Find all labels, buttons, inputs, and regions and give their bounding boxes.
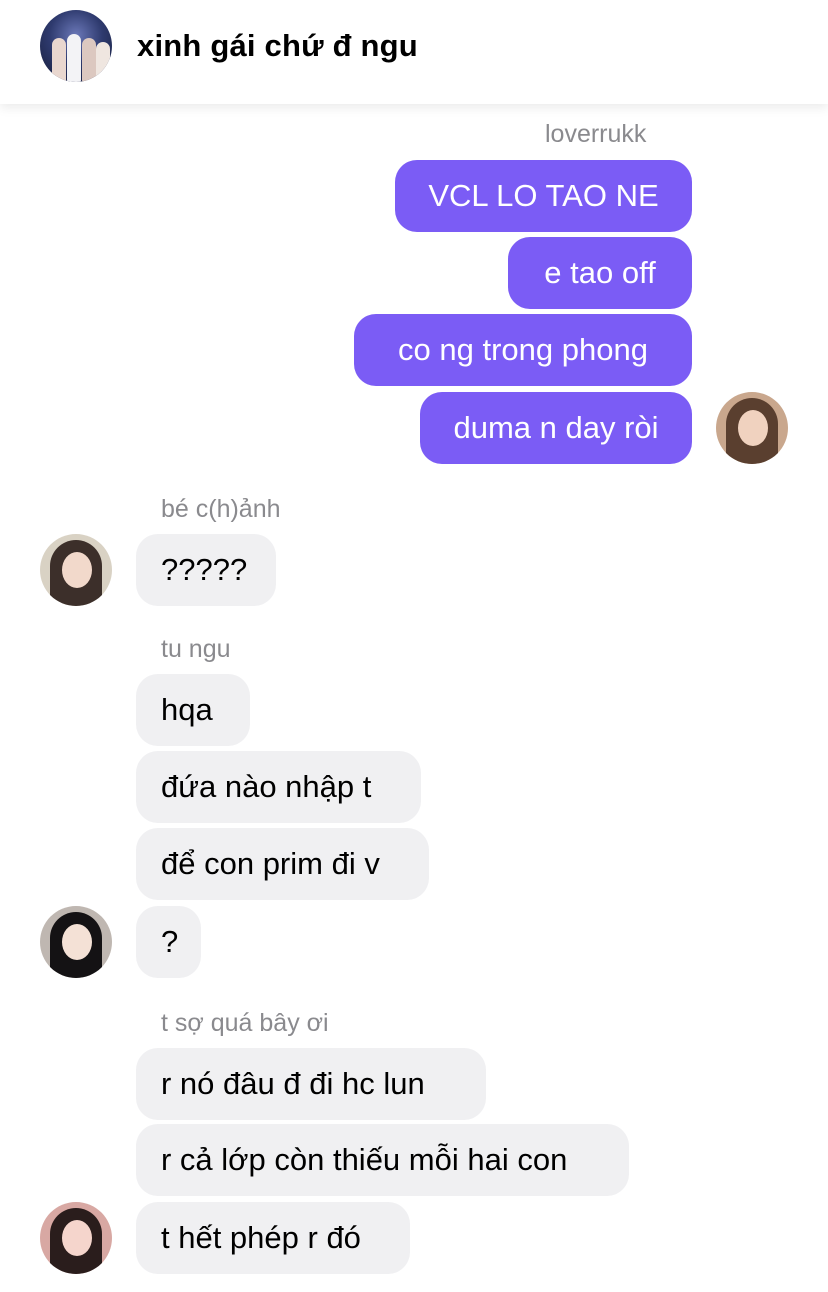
sender-name: tu ngu <box>161 635 231 663</box>
message-bubble[interactable]: VCL LO TAO NE <box>395 160 692 232</box>
avatar-tu-ngu[interactable] <box>40 906 112 978</box>
message-bubble[interactable]: ? <box>136 906 201 978</box>
chat-header: xinh gái chứ đ ngu <box>0 0 828 104</box>
group-avatar[interactable] <box>40 10 112 82</box>
sender-name: loverrukk <box>545 120 647 148</box>
avatar-be-chanh[interactable] <box>40 534 112 606</box>
avatar-t-so-qua-bay-oi[interactable] <box>40 1202 112 1274</box>
avatar-loverrukk[interactable] <box>716 392 788 464</box>
message-bubble[interactable]: t hết phép r đó <box>136 1202 410 1274</box>
message-bubble[interactable]: hqa <box>136 674 250 746</box>
message-bubble[interactable]: duma n day ròi <box>420 392 692 464</box>
message-bubble[interactable]: đứa nào nhập t <box>136 751 421 823</box>
sender-name: t sợ quá bây ơi <box>161 1009 329 1037</box>
message-bubble[interactable]: co ng trong phong <box>354 314 692 386</box>
message-bubble[interactable]: r nó đâu đ đi hc lun <box>136 1048 486 1120</box>
message-bubble[interactable]: e tao off <box>508 237 692 309</box>
sender-name: bé c(h)ảnh <box>161 495 281 523</box>
chat-title[interactable]: xinh gái chứ đ ngu <box>137 28 418 64</box>
message-bubble[interactable]: ????? <box>136 534 276 606</box>
message-bubble[interactable]: để con prim đi v <box>136 828 429 900</box>
message-bubble[interactable]: r cả lớp còn thiếu mỗi hai con <box>136 1124 629 1196</box>
